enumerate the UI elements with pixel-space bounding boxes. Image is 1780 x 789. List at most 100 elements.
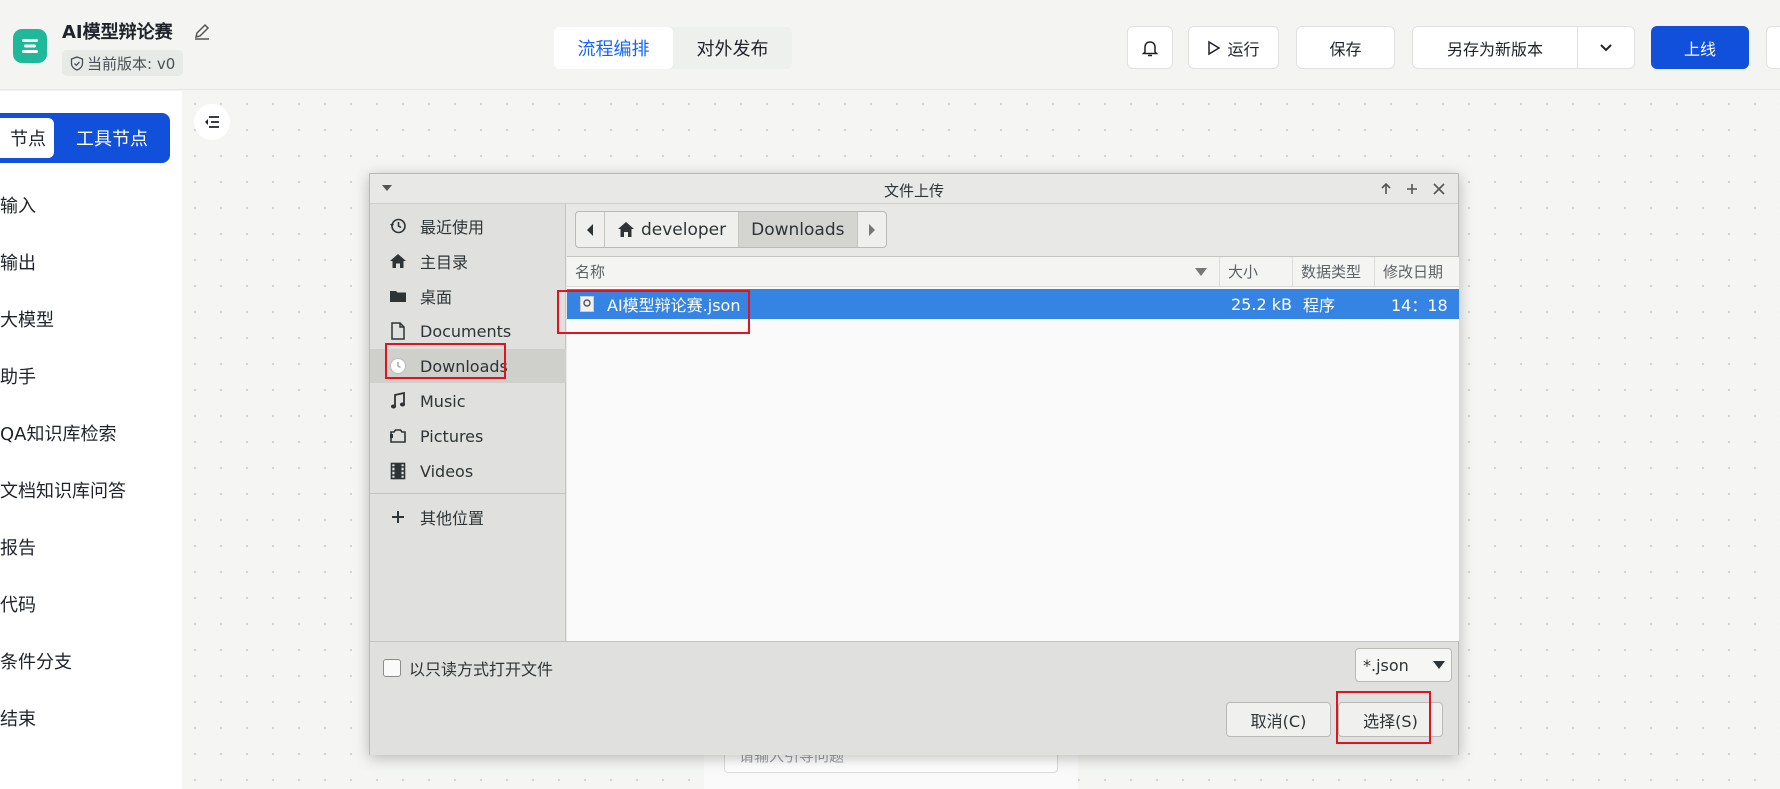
collapse-panel-icon[interactable] xyxy=(194,104,230,140)
node-item-llm[interactable]: 大模型 xyxy=(0,306,54,332)
clock-history-icon xyxy=(388,216,408,236)
place-label: 其他位置 xyxy=(420,509,485,528)
mode-tabs: 流程编排 对外发布 xyxy=(554,27,792,69)
path-bar: developer Downloads xyxy=(575,211,887,248)
path-segment-developer[interactable]: developer xyxy=(605,212,740,247)
path-label: developer xyxy=(641,219,727,240)
chevron-down-icon xyxy=(1600,43,1612,51)
maximize-up-icon[interactable] xyxy=(1380,183,1392,195)
node-item-doc-kb-qa[interactable]: 文档知识库问答 xyxy=(0,477,126,503)
run-label: 运行 xyxy=(1227,39,1260,59)
node-item-output[interactable]: 输出 xyxy=(0,249,36,275)
place-other-locations[interactable]: 其他位置 xyxy=(370,500,566,534)
shield-check-icon xyxy=(70,55,84,71)
plus-icon[interactable] xyxy=(1406,183,1418,195)
place-videos[interactable]: Videos xyxy=(370,454,566,488)
place-documents[interactable]: Documents xyxy=(370,314,566,348)
place-label: Downloads xyxy=(420,356,508,376)
path-segment-downloads[interactable]: Downloads xyxy=(739,212,858,247)
node-item-code[interactable]: 代码 xyxy=(0,591,36,617)
column-header-size[interactable]: 大小 xyxy=(1220,257,1293,287)
dialog-footer: 以只读方式打开文件 *.json 取消(C) 选择(S) xyxy=(370,641,1458,755)
tab-external-publish[interactable]: 对外发布 xyxy=(673,27,792,69)
more-button[interactable] xyxy=(1766,26,1780,69)
select-button[interactable]: 选择(S) xyxy=(1338,702,1443,737)
node-item-condition-branch[interactable]: 条件分支 xyxy=(0,648,72,674)
film-icon xyxy=(388,461,408,481)
go-online-button[interactable]: 上线 xyxy=(1651,26,1749,69)
place-label: Music xyxy=(420,391,466,411)
node-item-end[interactable]: 结束 xyxy=(0,705,36,731)
tab-tool-nodes[interactable]: 工具节点 xyxy=(54,125,170,151)
column-label: 名称 xyxy=(575,263,606,281)
dialog-title: 文件上传 xyxy=(883,182,944,200)
save-as-new-version-button[interactable]: 另存为新版本 xyxy=(1412,26,1578,69)
run-button[interactable]: 运行 xyxy=(1188,26,1279,69)
tab-flow-orchestration[interactable]: 流程编排 xyxy=(554,27,673,69)
tab-basic-nodes[interactable]: 节点 xyxy=(0,118,54,158)
save-button[interactable]: 保存 xyxy=(1296,26,1395,69)
dialog-titlebar: 文件上传 xyxy=(370,174,1458,204)
place-label: Videos xyxy=(420,461,474,481)
file-filter-select[interactable]: *.json xyxy=(1355,648,1452,682)
file-row[interactable]: AI模型辩论赛.json 25.2 kB 程序 14：18 xyxy=(567,289,1459,319)
app-logo-icon xyxy=(13,29,47,63)
file-size: 25.2 kB xyxy=(1231,294,1292,314)
node-item-input[interactable]: 输入 xyxy=(0,192,36,218)
node-item-assistant[interactable]: 助手 xyxy=(0,363,36,389)
app-title: AI模型辩论赛 xyxy=(62,22,173,43)
folder-icon xyxy=(388,286,408,306)
close-icon[interactable] xyxy=(1433,183,1445,195)
place-label: Pictures xyxy=(420,426,484,446)
app-header: AI模型辩论赛 当前版本: v0 流程编排 对外发布 运行 保存 另存为新版本 … xyxy=(0,0,1780,90)
edit-pencil-icon[interactable] xyxy=(192,21,212,41)
checkbox-box[interactable] xyxy=(383,659,401,677)
readonly-label: 以只读方式打开文件 xyxy=(409,660,554,679)
place-desktop[interactable]: 桌面 xyxy=(370,279,566,313)
node-item-report[interactable]: 报告 xyxy=(0,534,36,560)
column-header-modified[interactable]: 修改日期 xyxy=(1375,257,1459,287)
column-header-type[interactable]: 数据类型 xyxy=(1293,257,1375,287)
camera-icon xyxy=(388,426,408,446)
places-sidebar: 最近使用 主目录 桌面 Documents Downloads Music Pi… xyxy=(370,204,566,641)
home-icon xyxy=(618,222,634,237)
save-options-dropdown[interactable] xyxy=(1578,26,1635,69)
chevron-left-icon xyxy=(587,223,593,236)
column-header-name[interactable]: 名称 xyxy=(567,257,1220,287)
place-label: 桌面 xyxy=(420,288,453,307)
sort-down-icon xyxy=(1195,268,1207,276)
path-forward-button[interactable] xyxy=(858,212,886,247)
path-back-button[interactable] xyxy=(576,212,605,247)
node-item-qa-kb-search[interactable]: QA知识库检索 xyxy=(0,420,116,446)
chevron-right-icon xyxy=(868,223,875,236)
node-panel: 节点 工具节点 输入 输出 大模型 助手 QA知识库检索 文档知识库问答 报告 … xyxy=(0,91,182,789)
json-file-icon xyxy=(579,289,595,319)
file-name: AI模型辩论赛.json xyxy=(607,296,741,315)
notification-button[interactable] xyxy=(1127,26,1173,69)
readonly-checkbox[interactable]: 以只读方式打开文件 xyxy=(383,656,553,680)
place-home[interactable]: 主目录 xyxy=(370,244,566,278)
node-tabs: 节点 工具节点 xyxy=(0,113,170,163)
version-badge: 当前版本: v0 xyxy=(62,50,184,76)
place-music[interactable]: Music xyxy=(370,384,566,418)
place-pictures[interactable]: Pictures xyxy=(370,419,566,453)
places-separator xyxy=(370,493,566,494)
file-upload-dialog: 文件上传 最近使用 主目录 桌面 Documents Downloads Mus… xyxy=(369,173,1459,755)
play-icon xyxy=(1208,40,1221,55)
place-recent[interactable]: 最近使用 xyxy=(370,209,566,243)
home-icon xyxy=(388,251,408,271)
bell-icon xyxy=(1141,40,1159,56)
place-label: Documents xyxy=(420,321,512,341)
place-downloads[interactable]: Downloads xyxy=(370,349,566,383)
file-list[interactable]: 名称 大小 数据类型 修改日期 AI模型辩论赛.json 25.2 kB 程序 … xyxy=(567,256,1459,641)
dropdown-caret-icon xyxy=(1433,661,1445,669)
download-clock-icon xyxy=(388,356,408,376)
filter-value: *.json xyxy=(1363,655,1409,675)
cancel-button[interactable]: 取消(C) xyxy=(1226,702,1331,737)
file-modified: 14：18 xyxy=(1391,296,1448,315)
version-text: 当前版本: v0 xyxy=(87,54,176,73)
music-note-icon xyxy=(388,391,408,411)
place-label: 主目录 xyxy=(420,253,469,272)
document-icon xyxy=(388,321,408,341)
file-type: 程序 xyxy=(1303,296,1336,315)
